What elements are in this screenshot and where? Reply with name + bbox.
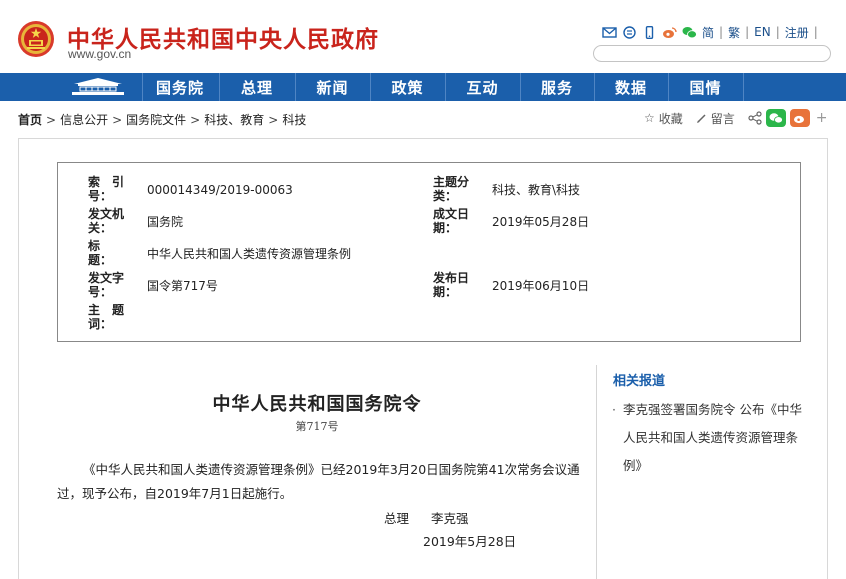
created-date-value: 2019年05月28日 <box>492 215 590 229</box>
mobile-icon[interactable] <box>642 25 657 39</box>
label-line: 发布日 <box>433 271 470 285</box>
created-date-label: 成文日 期： <box>433 207 469 235</box>
order-number: 第717号 <box>295 420 339 433</box>
national-emblem-icon[interactable] <box>17 20 55 58</box>
comment-button[interactable]: 留言 <box>711 110 735 127</box>
signature: 总理 李克强 <box>384 508 469 527</box>
share-icon[interactable] <box>748 111 762 125</box>
label-line: 发文字 <box>88 271 125 285</box>
nav-item-national-conditions[interactable]: 国情 <box>668 73 743 101</box>
wechat-icon[interactable] <box>682 26 697 39</box>
traditional-chinese-link[interactable]: 繁 <box>728 24 740 41</box>
published-date-value: 2019年06月10日 <box>492 279 590 293</box>
simplified-chinese-link[interactable]: 简 <box>702 24 714 41</box>
label-line: 主 题 <box>88 303 125 317</box>
breadcrumb-home[interactable]: 首页 <box>18 113 42 127</box>
nav-item-premier[interactable]: 总理 <box>219 73 295 101</box>
label-line: 成文日 <box>433 207 470 221</box>
top-links: 简 | 繁 | EN | 注册 | <box>602 24 818 40</box>
email-icon[interactable] <box>602 26 617 39</box>
article-title: 中华人民共和国国务院令 <box>212 394 422 415</box>
breadcrumb-separator: > <box>112 113 123 127</box>
doc-number-value: 国令第717号 <box>147 279 218 293</box>
article-paragraph: 《中华人民共和国人类遗传资源管理条例》已经2019年3月20日国务院第41次常务… <box>57 462 580 501</box>
breadcrumb-info-disclosure[interactable]: 信息公开 <box>60 113 108 127</box>
breadcrumb-sci-edu[interactable]: 科技、教育 <box>204 113 264 127</box>
breadcrumb-separator: > <box>190 113 201 127</box>
separator: | <box>775 25 780 39</box>
related-reports-title: 相关报道 <box>613 374 666 389</box>
issuer-value: 国务院 <box>147 215 184 229</box>
site-header: 中华人民共和国中央人民政府 www.gov.cn 简 | 繁 | EN | 注册… <box>0 0 846 72</box>
search-input[interactable] <box>593 45 831 62</box>
related-reports-list: 李克强签署国务院令 公布《中华人民共和国人类遗传资源管理条例》 <box>611 396 811 480</box>
label-line: 号： <box>88 189 113 203</box>
tiananmen-icon <box>72 78 124 95</box>
title-value: 中华人民共和国人类遗传资源管理条例 <box>147 247 352 261</box>
label-line: 词： <box>88 317 113 331</box>
label-line: 标 <box>88 239 125 253</box>
index-label: 索 引 号： <box>88 175 124 203</box>
nav-item-state-council[interactable]: 国务院 <box>142 73 218 101</box>
label-line: 发文机 <box>88 207 125 221</box>
label-line: 号： <box>88 285 113 299</box>
message-icon[interactable] <box>622 25 637 39</box>
separator: | <box>813 25 818 39</box>
label-line: 索 引 <box>88 175 125 189</box>
label-line: 期： <box>433 285 458 299</box>
index-value: 000014349/2019-00063 <box>147 183 293 197</box>
pencil-icon[interactable] <box>696 113 707 124</box>
site-domain: www.gov.cn <box>68 47 132 61</box>
weibo-icon <box>793 115 804 124</box>
label-line: 题： <box>88 253 113 267</box>
nav-item-news[interactable]: 新闻 <box>295 73 370 101</box>
sidebar-divider <box>596 365 597 579</box>
weibo-icon[interactable] <box>662 26 677 39</box>
nav-divider <box>743 73 744 101</box>
favorite-button[interactable]: 收藏 <box>659 110 683 127</box>
star-icon[interactable]: ☆ <box>644 111 655 125</box>
page-tools: ☆ 收藏 留言 + <box>644 109 828 127</box>
register-link[interactable]: 注册 <box>785 24 809 41</box>
nav-home[interactable] <box>54 73 142 101</box>
breadcrumb-state-council-docs[interactable]: 国务院文件 <box>126 113 186 127</box>
more-share-icon[interactable]: + <box>816 110 828 126</box>
separator: | <box>745 25 750 39</box>
label-line: 期： <box>433 221 458 235</box>
category-label: 主题分 类： <box>433 175 469 203</box>
title-label: 标 题： <box>88 239 124 267</box>
nav-item-data[interactable]: 数据 <box>594 73 668 101</box>
separator: | <box>719 25 724 39</box>
category-value: 科技、教育\科技 <box>492 183 581 197</box>
breadcrumb: 首页 > 信息公开 > 国务院文件 > 科技、教育 > 科技 <box>18 111 306 128</box>
label-line: 关： <box>88 221 113 235</box>
issuer-label: 发文机 关： <box>88 207 124 235</box>
nav-item-policy[interactable]: 政策 <box>370 73 445 101</box>
nav-item-service[interactable]: 服务 <box>520 73 594 101</box>
wechat-icon <box>769 113 783 124</box>
label-line: 类： <box>433 189 458 203</box>
published-date-label: 发布日 期： <box>433 271 469 299</box>
breadcrumb-separator: > <box>268 113 279 127</box>
wechat-share-icon[interactable] <box>765 109 786 127</box>
breadcrumb-sci[interactable]: 科技 <box>282 113 306 127</box>
english-link[interactable]: EN <box>754 25 771 39</box>
subject-label: 主 题 词： <box>88 303 124 331</box>
breadcrumb-row: 首页 > 信息公开 > 国务院文件 > 科技、教育 > 科技 ☆ 收藏 留言 + <box>0 101 846 136</box>
label-line: 主题分 <box>433 175 470 189</box>
related-report-link[interactable]: 李克强签署国务院令 公布《中华人民共和国人类遗传资源管理条例》 <box>611 396 811 480</box>
doc-number-label: 发文字 号： <box>88 271 124 299</box>
signer-title: 总理 <box>384 511 410 526</box>
signature-date: 2019年5月28日 <box>423 534 517 549</box>
nav-item-interaction[interactable]: 互动 <box>445 73 520 101</box>
main-nav: 国务院 总理 新闻 政策 互动 服务 数据 国情 <box>0 73 846 101</box>
signer-name: 李克强 <box>431 511 469 526</box>
breadcrumb-separator: > <box>46 113 57 127</box>
weibo-share-icon[interactable] <box>789 109 810 127</box>
